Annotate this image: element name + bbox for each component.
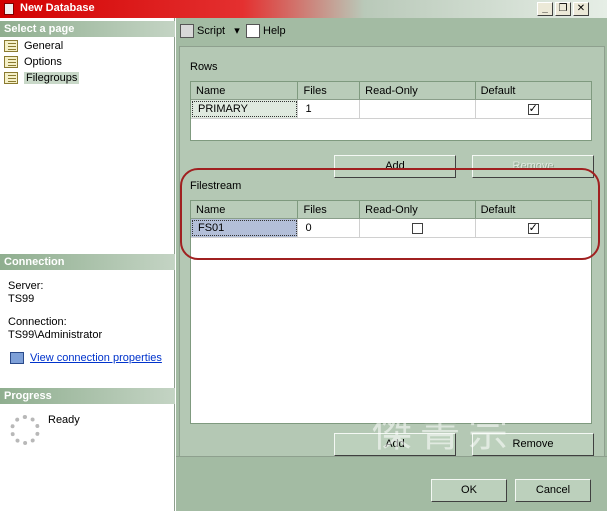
server-label: Server: [8,280,44,292]
rows-remove-button[interactable]: Remove [472,155,594,178]
right-pane: Script ▾ Help Rows Name Files Read-Only … [176,18,607,511]
view-connection-properties-text[interactable]: View connection properties [30,352,162,364]
window-title: New Database [20,2,95,14]
cancel-button[interactable]: Cancel [515,479,591,502]
default-checkbox[interactable] [527,221,539,235]
nav-item-label: General [24,40,64,52]
restore-button[interactable]: ❐ [555,2,571,16]
column-header-name[interactable]: Name [191,82,299,99]
connection-header: Connection [0,254,175,270]
default-cell[interactable] [476,100,591,118]
connection-label: Connection: [8,316,67,328]
progress-status: Ready [48,414,80,426]
progress-spinner-icon [10,415,40,445]
column-header-default[interactable]: Default [476,201,591,218]
progress-header: Progress [0,388,175,404]
files-cell[interactable]: 1 [298,100,361,118]
script-label: Script [197,25,226,37]
left-pane: Select a page General Options Filegroups… [0,18,175,511]
name-cell[interactable]: PRIMARY [191,100,299,118]
column-header-files[interactable]: Files [298,82,361,99]
nav-item-label: Filegroups [24,72,80,84]
filestream-group-label: Filestream [190,180,242,192]
column-header-read-only[interactable]: Read-Only [360,82,476,99]
name-cell[interactable]: FS01 [191,219,299,237]
column-header-name[interactable]: Name [191,201,299,218]
rows-grid-header: Name Files Read-Only Default [191,82,591,100]
filegroups-content: Rows Name Files Read-Only Default PRIMAR… [179,46,605,474]
page-icon [4,72,18,84]
default-cell[interactable] [476,219,591,237]
script-icon [180,24,194,39]
help-icon [246,24,260,39]
page-icon [4,56,18,68]
view-connection-properties-link[interactable]: View connection properties [10,352,162,365]
help-label: Help [263,25,286,37]
toolbar: Script ▾ Help [176,18,607,46]
ok-button[interactable]: OK [431,479,507,502]
files-cell[interactable]: 0 [298,219,361,237]
rows-add-button[interactable]: Add [334,155,456,178]
read-only-cell[interactable] [360,100,476,118]
page-icon [4,40,18,52]
table-row[interactable]: FS01 0 [191,219,591,238]
script-button[interactable]: Script ▾ [180,24,240,39]
dropdown-arrow-icon[interactable]: ▾ [234,25,240,37]
column-header-files[interactable]: Files [298,201,361,218]
rows-grid[interactable]: Name Files Read-Only Default PRIMARY 1 [190,81,592,141]
help-button[interactable]: Help [246,24,286,39]
server-value: TS99 [8,293,35,305]
default-checkbox[interactable] [527,102,539,116]
connection-properties-icon [10,352,24,365]
select-page-header: Select a page [0,21,175,37]
close-button[interactable]: ✕ [573,2,589,16]
read-only-cell[interactable] [360,219,476,237]
title-bar: New Database _ ❐ ✕ [0,0,607,18]
column-header-read-only[interactable]: Read-Only [360,201,476,218]
filestream-grid[interactable]: Name Files Read-Only Default FS01 0 [190,200,592,424]
nav-item-general[interactable]: General [4,38,63,54]
column-header-default[interactable]: Default [476,82,591,99]
filestream-remove-button[interactable]: Remove [472,433,594,456]
dialog-footer: OK Cancel [176,456,607,511]
minimize-button[interactable]: _ [537,2,553,16]
filestream-grid-header: Name Files Read-Only Default [191,201,591,219]
nav-item-label: Options [24,56,62,68]
connection-value: TS99\Administrator [8,329,103,341]
nav-item-options[interactable]: Options [4,54,62,70]
database-icon [4,3,14,15]
rows-group-label: Rows [190,61,218,73]
read-only-checkbox[interactable] [412,223,424,234]
nav-item-filegroups[interactable]: Filegroups [4,70,80,86]
filestream-add-button[interactable]: Add [334,433,456,456]
table-row[interactable]: PRIMARY 1 [191,100,591,119]
